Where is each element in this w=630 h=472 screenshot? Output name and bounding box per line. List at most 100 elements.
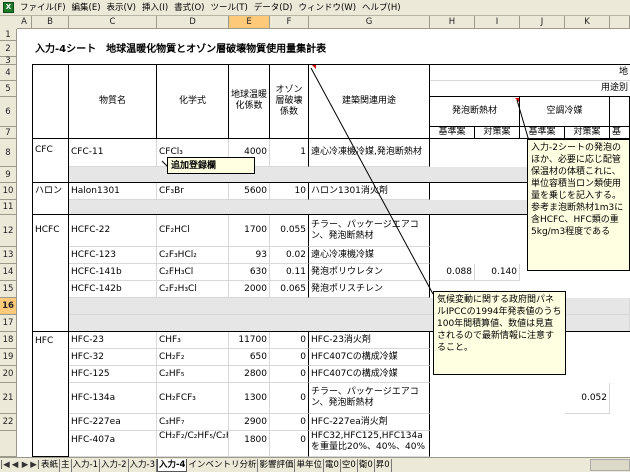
tab-cover[interactable]: 表紙	[40, 459, 61, 472]
col-header-j[interactable]: J	[520, 16, 565, 29]
row-header-14[interactable]: 14	[0, 264, 17, 281]
row-header-10[interactable]: 10	[0, 183, 17, 200]
cell-f10[interactable]: 10	[270, 183, 309, 200]
cell-e13[interactable]: 93	[229, 247, 270, 264]
cell-e12[interactable]: 1700	[229, 215, 270, 247]
comment-indicator-foam[interactable]	[515, 98, 519, 102]
row-header-4[interactable]: 4	[0, 65, 17, 81]
cell-d13[interactable]: C₂F₃HCl₂	[157, 247, 229, 264]
header-usage[interactable]: 建築関連用途	[309, 64, 430, 139]
row-header-9[interactable]: 9	[0, 167, 17, 183]
excel-icon[interactable]: X	[3, 2, 14, 13]
cell-h14[interactable]: 0.088	[430, 264, 475, 281]
menu-file[interactable]: ファイル(F)	[17, 0, 69, 16]
cell-c19[interactable]: HFC-32	[69, 349, 157, 366]
cell-g20[interactable]: HFC407Cの構成冷媒	[309, 366, 430, 383]
tab-main[interactable]: 主	[60, 459, 72, 472]
cell-c14[interactable]: HCFC-141b	[69, 264, 157, 281]
header-odp[interactable]: オゾン層破壊係数	[270, 64, 309, 139]
cell-c22[interactable]: HFC-227ea	[69, 414, 157, 431]
cell-d15[interactable]: C₂F₂H₃Cl	[157, 281, 229, 298]
col-header-e[interactable]: E	[229, 16, 270, 29]
tab-unit[interactable]: 単年位	[295, 459, 324, 472]
row-header-22[interactable]: 22	[0, 414, 17, 431]
tab-input-1[interactable]: 入力-1	[72, 459, 101, 472]
cell-f13[interactable]: 0.02	[270, 247, 309, 264]
cell-e18[interactable]: 11700	[229, 332, 270, 349]
cell-g10[interactable]: ハロン1301消火剤	[309, 183, 430, 200]
cell-e10[interactable]: 5600	[229, 183, 270, 200]
cell-c12[interactable]: HCFC-22	[69, 215, 157, 247]
cell-f20[interactable]: 0	[270, 366, 309, 383]
cell-e19[interactable]: 650	[229, 349, 270, 366]
comment-add-field[interactable]: 追加登録欄	[167, 157, 255, 174]
cell-d12[interactable]: CF₂HCl	[157, 215, 229, 247]
header-top-right[interactable]: 地	[430, 64, 630, 81]
cell-c13[interactable]: HCFC-123	[69, 247, 157, 264]
row-header-19[interactable]: 19	[0, 349, 17, 366]
tab-first-icon[interactable]: |◀	[0, 458, 10, 472]
menu-edit[interactable]: 編集(E)	[69, 0, 104, 16]
row-header-6[interactable]: 6	[0, 97, 17, 127]
row-header-11[interactable]: 11	[0, 200, 17, 215]
cell-g15[interactable]: 発泡ポリスチレン	[309, 281, 430, 298]
header-formula[interactable]: 化学式	[157, 64, 229, 139]
header-measure-1[interactable]: 対策案	[475, 127, 520, 139]
cell-d14[interactable]: C₂FH₃Cl	[157, 264, 229, 281]
menu-window[interactable]: ウィンドウ(W)	[295, 0, 359, 16]
cell-f21[interactable]: 0	[270, 383, 309, 414]
row-header-23[interactable]	[0, 431, 17, 457]
header-aircon[interactable]: 空調冷媒	[520, 97, 610, 127]
cell-g23[interactable]: HFC32,HFC125,HFC134aを重量比20%、40%、40%	[309, 431, 430, 457]
header-gwp[interactable]: 地球温暖化係数	[229, 64, 270, 139]
header-foam[interactable]: 発泡断熱材	[430, 97, 520, 127]
header-substance[interactable]: 物質名	[69, 64, 157, 139]
col-header-c[interactable]: C	[69, 16, 157, 29]
cell-e14[interactable]: 630	[229, 264, 270, 281]
header-group-cell[interactable]	[32, 64, 69, 139]
cell-g22[interactable]: HFC-227ea消火剤	[309, 414, 430, 431]
tab-last-icon[interactable]: ▶|	[30, 458, 40, 472]
cell-f14[interactable]: 0.11	[270, 264, 309, 281]
worksheet-grid[interactable]: 入力-4シート 地球温暖化物質とオゾン層破壊物質使用量集計表 物質名 化学式 地…	[17, 29, 630, 457]
cell-d23[interactable]: CH₂F₂/C₂HF₅/C₂H₂F₄	[157, 431, 229, 457]
comment-input2[interactable]: 入力-2シートの発泡のほか、必要に応じ配管保温材の体積これに、単位容積当ロン類使…	[527, 139, 630, 271]
header-base-2[interactable]: 基準案	[520, 127, 565, 139]
row-header-18[interactable]: 18	[0, 332, 17, 349]
cell-d22[interactable]: C₃HF₇	[157, 414, 229, 431]
cell-d21[interactable]: CH₂FCF₃	[157, 383, 229, 414]
group-cfc[interactable]: CFC	[32, 139, 69, 183]
tab-impact[interactable]: 影響評価	[258, 459, 296, 472]
cell-e20[interactable]: 2800	[229, 366, 270, 383]
row-header-13[interactable]: 13	[0, 247, 17, 264]
cell-e15[interactable]: 2000	[229, 281, 270, 298]
cell-f19[interactable]: 0	[270, 349, 309, 366]
menu-insert[interactable]: 挿入(I)	[139, 0, 171, 16]
col-header-h[interactable]: H	[430, 16, 475, 29]
cell-g12[interactable]: チラー、パッケージエアコン、発泡断熱材	[309, 215, 430, 247]
cell-g18[interactable]: HFC-23消火剤	[309, 332, 430, 349]
row-header-7[interactable]: 7	[0, 127, 17, 139]
tab-electric[interactable]: 電0	[324, 459, 341, 472]
row-header-21[interactable]: 21	[0, 383, 17, 414]
tab-lift[interactable]: 昇0	[375, 459, 392, 472]
cell-k21[interactable]: 0.052	[565, 383, 610, 414]
menu-format[interactable]: 書式(O)	[171, 0, 207, 16]
header-extra[interactable]	[610, 97, 630, 127]
cell-c8[interactable]: CFC-11	[69, 139, 157, 167]
header-usage-right[interactable]: 用途別	[430, 81, 630, 97]
cell-c18[interactable]: HFC-23	[69, 332, 157, 349]
row-header-1[interactable]: 1	[0, 29, 17, 41]
menu-view[interactable]: 表示(V)	[104, 0, 139, 16]
tab-input-4[interactable]: 入力-4	[156, 459, 188, 472]
menu-help[interactable]: ヘルプ(H)	[359, 0, 404, 16]
row-header-20[interactable]: 20	[0, 366, 17, 383]
cell-g13[interactable]: 遠心冷凍機冷媒	[309, 247, 430, 264]
horizontal-scrollbar[interactable]	[590, 459, 630, 471]
cell-e23[interactable]: 1800	[229, 431, 270, 457]
cell-f18[interactable]: 0	[270, 332, 309, 349]
cell-i14[interactable]: 0.140	[475, 264, 520, 281]
cell-f12[interactable]: 0.055	[270, 215, 309, 247]
cell-c15[interactable]: HCFC-142b	[69, 281, 157, 298]
cell-f8[interactable]: 1	[270, 139, 309, 167]
